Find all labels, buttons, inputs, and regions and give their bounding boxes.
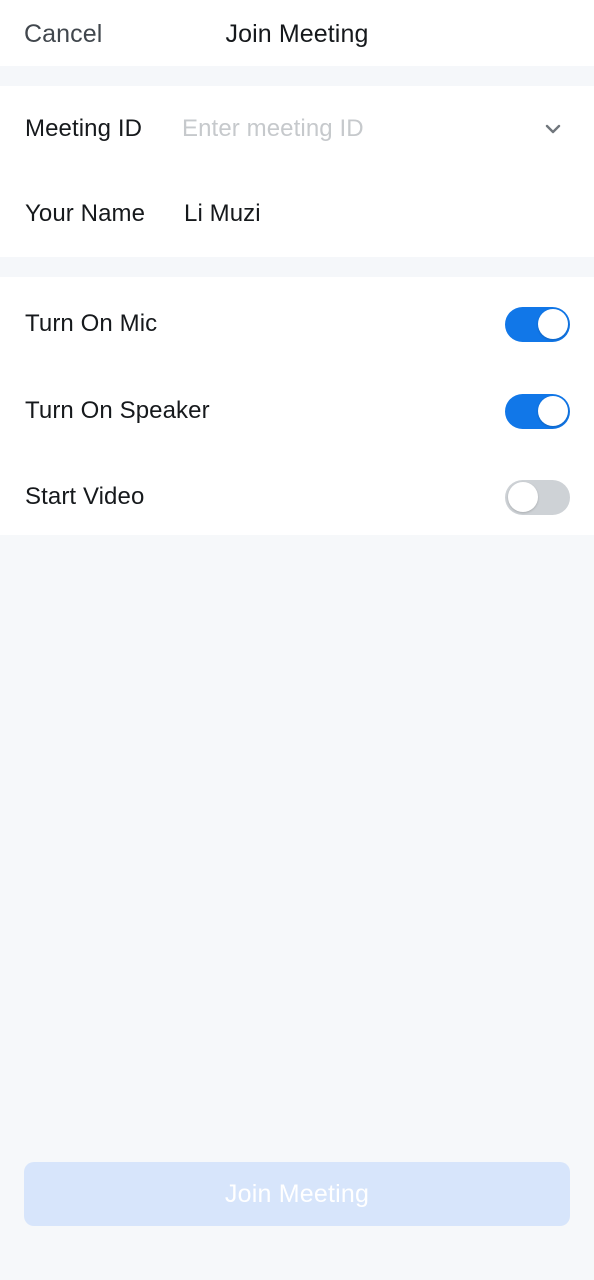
chevron-down-icon[interactable]	[536, 112, 570, 146]
meeting-details-card: Meeting ID Enter meeting ID Your Name Li…	[0, 86, 594, 257]
join-meeting-button[interactable]: Join Meeting	[24, 1162, 570, 1226]
your-name-label: Your Name	[25, 199, 146, 227]
meeting-id-label: Meeting ID	[25, 114, 143, 142]
turn-on-speaker-label: Turn On Speaker	[25, 397, 210, 424]
section-separator-top	[0, 66, 594, 86]
toggle-knob	[507, 482, 538, 512]
your-name-input[interactable]: Li Muzi	[184, 200, 261, 228]
turn-on-mic-label: Turn On Mic	[25, 310, 158, 337]
page-title: Join Meeting	[225, 20, 369, 48]
start-video-toggle[interactable]	[505, 479, 570, 515]
meeting-id-input[interactable]: Enter meeting ID	[182, 115, 364, 143]
navigation-bar: Cancel Join Meeting	[0, 0, 594, 66]
start-video-label: Start Video	[25, 483, 145, 510]
option-row-mic[interactable]: Turn On Mic	[0, 281, 594, 367]
section-separator-middle	[0, 257, 594, 277]
option-row-video[interactable]: Start Video	[0, 454, 594, 540]
meeting-id-row[interactable]: Meeting ID Enter meeting ID	[0, 86, 594, 171]
turn-on-mic-toggle[interactable]	[505, 306, 570, 342]
option-row-speaker[interactable]: Turn On Speaker	[0, 368, 594, 454]
toggle-knob	[537, 396, 568, 426]
your-name-row[interactable]: Your Name Li Muzi	[0, 171, 594, 256]
meeting-options-card: Turn On Mic Turn On Speaker Start Video	[0, 277, 594, 535]
turn-on-speaker-toggle[interactable]	[505, 393, 570, 429]
toggle-knob	[537, 309, 568, 339]
